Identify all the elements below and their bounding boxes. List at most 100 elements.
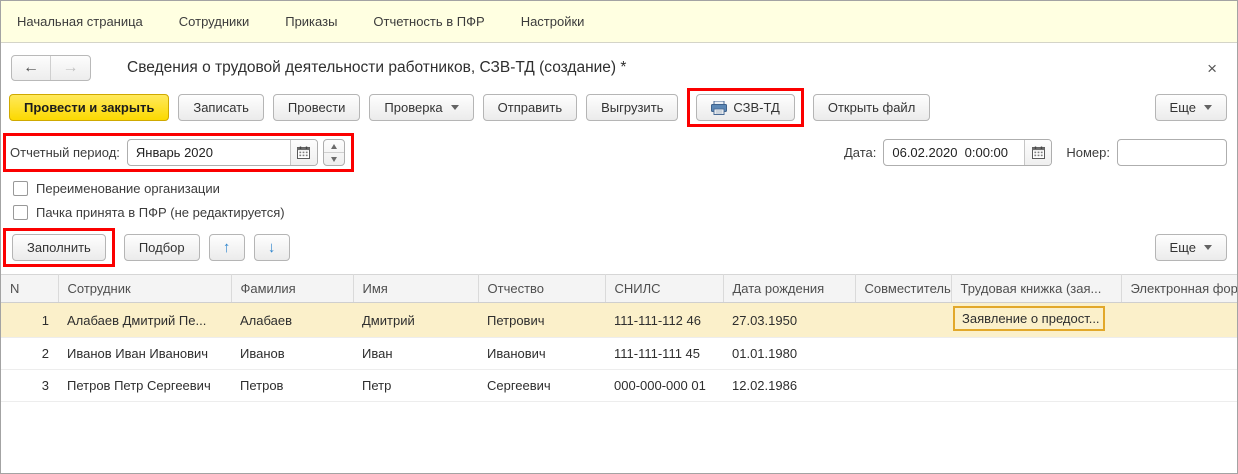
spinner-up-icon[interactable] [323, 140, 344, 153]
cell-parttime[interactable] [855, 302, 951, 338]
app-window: Начальная страница Сотрудники Приказы От… [0, 0, 1238, 474]
title-bar: ← → Сведения о трудовой деятельности раб… [1, 43, 1237, 85]
rename-org-row: Переименование организации [1, 176, 1237, 200]
close-icon[interactable]: × [1201, 60, 1223, 77]
column-header-n[interactable]: N [1, 274, 59, 303]
column-header-birthdate[interactable]: Дата рождения [723, 274, 856, 303]
menu-item-pfr-reports[interactable]: Отчетность в ПФР [373, 14, 484, 29]
cell-snils[interactable]: 111-111-112 46 [605, 302, 723, 338]
table-header-row: N Сотрудник Фамилия Имя Отчество СНИЛС Д… [1, 274, 1237, 303]
date-input[interactable] [884, 140, 1025, 165]
date-calendar-button[interactable] [1024, 140, 1052, 165]
cell-firstname[interactable]: Дмитрий [353, 302, 478, 338]
szv-td-button-label: СЗВ-ТД [733, 100, 780, 115]
table-row[interactable]: 2 Иванов Иван Иванович Иванов Иван Ивано… [1, 337, 1237, 370]
column-header-eform[interactable]: Электронная фор [1121, 274, 1237, 303]
move-up-button[interactable]: ↑ [208, 234, 245, 261]
cell-workbook[interactable]: Заявление о предост... [951, 302, 1121, 338]
table-row[interactable]: 1 Алабаев Дмитрий Пе... Алабаев Дмитрий … [1, 302, 1237, 338]
column-header-firstname[interactable]: Имя [353, 274, 479, 303]
pick-button[interactable]: Подбор [123, 234, 200, 261]
cell-employee[interactable]: Алабаев Дмитрий Пе... [58, 302, 231, 338]
move-down-button[interactable]: ↓ [253, 234, 290, 261]
cell-employee[interactable]: Иванов Иван Иванович [58, 337, 231, 370]
cell-middlename[interactable]: Иванович [478, 337, 605, 370]
period-calendar-button[interactable] [289, 140, 317, 165]
cell-workbook[interactable] [951, 337, 1121, 370]
forward-icon[interactable]: → [51, 56, 90, 80]
column-header-snils[interactable]: СНИЛС [605, 274, 724, 303]
pack-accepted-checkbox[interactable] [13, 204, 28, 220]
cell-firstname[interactable]: Петр [353, 369, 478, 402]
cell-middlename[interactable]: Сергеевич [478, 369, 605, 402]
printer-icon [711, 100, 728, 115]
rename-org-checkbox[interactable] [13, 180, 28, 196]
cell-birthdate[interactable]: 01.01.1980 [723, 337, 855, 370]
menu-item-employees[interactable]: Сотрудники [179, 14, 249, 29]
cell-n[interactable]: 3 [1, 369, 58, 402]
calendar-icon [1031, 146, 1045, 159]
pack-accepted-label: Пачка принята в ПФР (не редактируется) [36, 204, 285, 220]
post-button[interactable]: Провести [272, 94, 361, 121]
cell-lastname[interactable]: Алабаев [231, 302, 353, 338]
cell-birthdate[interactable]: 27.03.1950 [723, 302, 855, 338]
header-fields-row: Отчетный период: Январь 2020 Дата: 06.02… [1, 129, 1237, 176]
menu-item-settings[interactable]: Настройки [521, 14, 585, 29]
dropdown-caret-icon [1204, 245, 1212, 250]
cell-parttime[interactable] [855, 337, 951, 370]
cell-parttime[interactable] [855, 369, 951, 402]
column-header-employee[interactable]: Сотрудник [58, 274, 232, 303]
cell-n[interactable]: 1 [1, 302, 58, 338]
szv-td-highlight-box: СЗВ-ТД [687, 88, 804, 127]
number-input[interactable] [1118, 140, 1226, 165]
column-header-workbook[interactable]: Трудовая книжка (зая... [951, 274, 1122, 303]
cell-n[interactable]: 2 [1, 337, 58, 370]
cell-eform[interactable] [1121, 302, 1237, 338]
fill-highlight-box: Заполнить [3, 228, 115, 267]
print-szv-td-button[interactable]: СЗВ-ТД [696, 94, 795, 121]
post-and-close-button[interactable]: Провести и закрыть [9, 94, 170, 121]
more-button-label: Еще [1169, 100, 1196, 115]
more-button-table[interactable]: Еще [1154, 234, 1227, 261]
column-header-lastname[interactable]: Фамилия [231, 274, 354, 303]
cell-workbook[interactable] [951, 369, 1121, 402]
move-down-icon: ↓ [267, 239, 276, 256]
pack-accepted-row: Пачка принята в ПФР (не редактируется) [1, 200, 1237, 224]
column-header-middlename[interactable]: Отчество [478, 274, 606, 303]
main-menu-bar: Начальная страница Сотрудники Приказы От… [1, 1, 1237, 43]
cell-eform[interactable] [1121, 369, 1237, 402]
cell-firstname[interactable]: Иван [353, 337, 478, 370]
number-label: Номер: [1066, 145, 1110, 160]
cell-middlename[interactable]: Петрович [478, 302, 605, 338]
table-row[interactable]: 3 Петров Петр Сергеевич Петров Петр Серг… [1, 369, 1237, 402]
workbook-statement-chip[interactable]: Заявление о предост... [953, 306, 1105, 331]
cell-snils[interactable]: 000-000-000 01 [605, 369, 723, 402]
page-title: Сведения о трудовой деятельности работни… [127, 59, 627, 76]
calendar-icon [297, 146, 311, 159]
cell-lastname[interactable]: Петров [231, 369, 353, 402]
table-toolbar: Заполнить Подбор ↑ ↓ Еще [1, 224, 1237, 272]
unload-button[interactable]: Выгрузить [586, 94, 679, 121]
spinner-down-icon[interactable] [324, 153, 344, 165]
menu-item-orders[interactable]: Приказы [285, 14, 337, 29]
cell-employee[interactable]: Петров Петр Сергеевич [58, 369, 231, 402]
fill-button[interactable]: Заполнить [12, 234, 106, 261]
cell-lastname[interactable]: Иванов [231, 337, 353, 370]
move-up-icon: ↑ [222, 239, 231, 256]
send-button[interactable]: Отправить [482, 94, 578, 121]
back-icon[interactable]: ← [12, 56, 51, 80]
rename-org-label: Переименование организации [36, 180, 220, 196]
period-input[interactable] [127, 140, 290, 165]
cell-snils[interactable]: 111-111-111 45 [605, 337, 723, 370]
open-file-button[interactable]: Открыть файл [812, 94, 931, 121]
cell-eform[interactable] [1121, 337, 1237, 370]
column-header-parttime[interactable]: Совместитель [855, 274, 952, 303]
menu-item-home[interactable]: Начальная страница [17, 14, 143, 29]
more-button-top[interactable]: Еще [1154, 94, 1227, 121]
write-button[interactable]: Записать [178, 94, 264, 121]
check-menu-button[interactable]: Проверка [369, 94, 474, 121]
dropdown-caret-icon [1204, 105, 1212, 110]
cell-birthdate[interactable]: 12.02.1986 [723, 369, 855, 402]
period-field [126, 139, 318, 166]
period-label: Отчетный период: [10, 145, 120, 160]
